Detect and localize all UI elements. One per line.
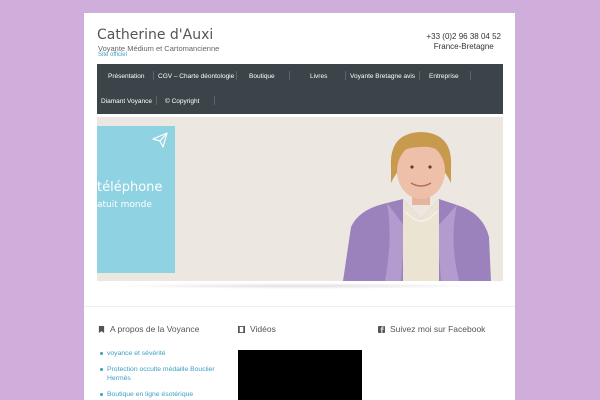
section-divider bbox=[84, 306, 515, 307]
nav-separator bbox=[470, 71, 471, 80]
nav-item-entreprise[interactable]: Entreprise bbox=[429, 73, 459, 80]
banner-card[interactable]: téléphone atuit monde bbox=[97, 126, 175, 273]
widget-videos-header: Vidéos bbox=[238, 324, 276, 334]
nav-separator bbox=[236, 71, 237, 80]
link-boutique-esoterique[interactable]: Boutique en ligne ésotérique bbox=[100, 390, 220, 399]
nav-item-livres[interactable]: Livres bbox=[310, 73, 327, 80]
main-nav: Présentation CGV – Charte déontologie Bo… bbox=[97, 64, 503, 114]
widget-facebook-header: Suivez moi sur Facebook bbox=[378, 324, 485, 334]
widget-facebook-title: Suivez moi sur Facebook bbox=[390, 324, 486, 334]
nav-separator bbox=[214, 96, 215, 105]
site-title[interactable]: Catherine d'Auxi bbox=[97, 27, 213, 43]
widget-videos-title: Vidéos bbox=[250, 324, 276, 334]
facebook-icon bbox=[378, 325, 385, 333]
nav-separator bbox=[289, 71, 290, 80]
nav-item-boutique[interactable]: Boutique bbox=[249, 73, 275, 80]
nav-item-voyante-bretagne-avis[interactable]: Voyante Bretagne avis bbox=[350, 73, 415, 80]
film-icon bbox=[238, 325, 245, 333]
nav-item-presentation[interactable]: Présentation bbox=[108, 73, 145, 80]
nav-separator bbox=[419, 71, 420, 80]
nav-item-copyright[interactable]: © Copyright bbox=[165, 98, 199, 105]
nav-separator bbox=[153, 71, 154, 80]
link-voyance-severite[interactable]: voyance et sévérité bbox=[100, 349, 220, 358]
portrait-photo bbox=[343, 132, 491, 281]
contact-info: +33 (0)2 96 38 04 52 France-Bretagne bbox=[426, 32, 501, 52]
page-container: Catherine d'Auxi Voyante Médium et Carto… bbox=[84, 13, 515, 400]
about-links-list: voyance et sévérité Protection occulte m… bbox=[100, 349, 220, 400]
site-official-label: Site officiel bbox=[98, 52, 127, 58]
link-protection-occulte[interactable]: Protection occulte médaille Bouclier Her… bbox=[100, 365, 220, 383]
nav-item-cgv[interactable]: CGV – Charte déontologie bbox=[158, 73, 234, 80]
hero-banner: téléphone atuit monde bbox=[97, 117, 503, 281]
nav-item-diamant-voyance[interactable]: Diamant Voyance bbox=[101, 98, 152, 105]
widget-about-title: A propos de la Voyance bbox=[110, 324, 200, 334]
banner-shadow bbox=[108, 283, 492, 289]
nav-separator bbox=[345, 71, 346, 80]
region-label: France-Bretagne bbox=[433, 42, 494, 51]
bookmark-icon bbox=[98, 325, 105, 333]
phone-number: +33 (0)2 96 38 04 52 bbox=[426, 32, 501, 41]
paper-plane-icon bbox=[152, 132, 168, 148]
banner-subline: atuit monde bbox=[97, 200, 152, 210]
widget-about-header: A propos de la Voyance bbox=[98, 324, 199, 334]
video-player[interactable] bbox=[238, 350, 362, 400]
nav-separator bbox=[156, 96, 157, 105]
banner-headline: téléphone bbox=[97, 180, 163, 195]
